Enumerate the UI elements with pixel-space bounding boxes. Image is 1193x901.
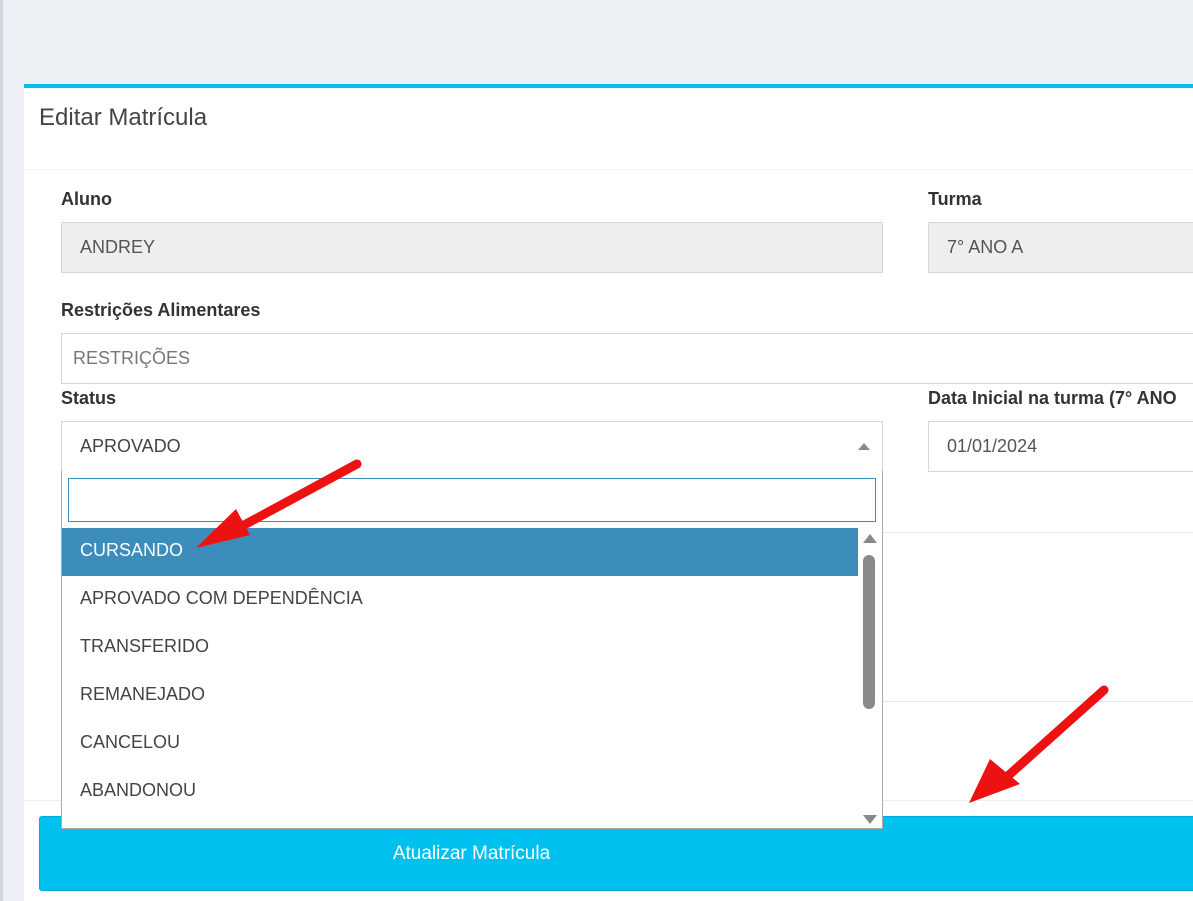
data-inicial-label: Data Inicial na turma (7° ANO bbox=[928, 388, 1177, 408]
scrollbar-thumb[interactable] bbox=[863, 555, 875, 709]
turma-label: Turma bbox=[928, 189, 982, 209]
option-remanejado[interactable]: REMANEJADO bbox=[62, 672, 859, 720]
option-transferido[interactable]: TRANSFERIDO bbox=[62, 624, 859, 672]
status-select[interactable]: APROVADO bbox=[61, 421, 883, 472]
dropdown-options-list: CURSANDO APROVADO COM DEPENDÊNCIA TRANSF… bbox=[62, 528, 859, 828]
dropdown-scrollbar[interactable] bbox=[858, 528, 882, 828]
status-selected-value: APROVADO bbox=[80, 436, 181, 456]
option-cancelou[interactable]: CANCELOU bbox=[62, 720, 859, 768]
section-divider bbox=[883, 701, 1193, 702]
aluno-label: Aluno bbox=[61, 189, 112, 209]
panel-header: Editar Matrícula bbox=[24, 88, 1193, 170]
scroll-up-arrow-icon[interactable] bbox=[863, 534, 877, 543]
option-cursando[interactable]: CURSANDO bbox=[62, 528, 859, 576]
status-dropdown: CURSANDO APROVADO COM DEPENDÊNCIA TRANSF… bbox=[61, 471, 883, 829]
option-aprovado-com-dependencia[interactable]: APROVADO COM DEPENDÊNCIA bbox=[62, 576, 859, 624]
option-abandonou[interactable]: ABANDONOU bbox=[62, 768, 859, 816]
data-inicial-input[interactable]: 01/01/2024 bbox=[928, 421, 1193, 472]
dropdown-search-input[interactable] bbox=[68, 478, 876, 522]
status-label: Status bbox=[61, 388, 117, 408]
left-edge-divider bbox=[0, 0, 3, 901]
restricoes-input[interactable]: RESTRIÇÕES bbox=[61, 333, 1193, 384]
scroll-down-arrow-icon[interactable] bbox=[863, 815, 877, 824]
section-divider bbox=[883, 532, 1193, 533]
restricoes-label: Restrições Alimentares bbox=[61, 300, 261, 320]
caret-up-icon bbox=[858, 443, 870, 450]
page-title: Editar Matrícula bbox=[39, 104, 208, 131]
turma-field[interactable]: 7° ANO A bbox=[928, 222, 1193, 273]
aluno-field[interactable]: ANDREY bbox=[61, 222, 883, 273]
